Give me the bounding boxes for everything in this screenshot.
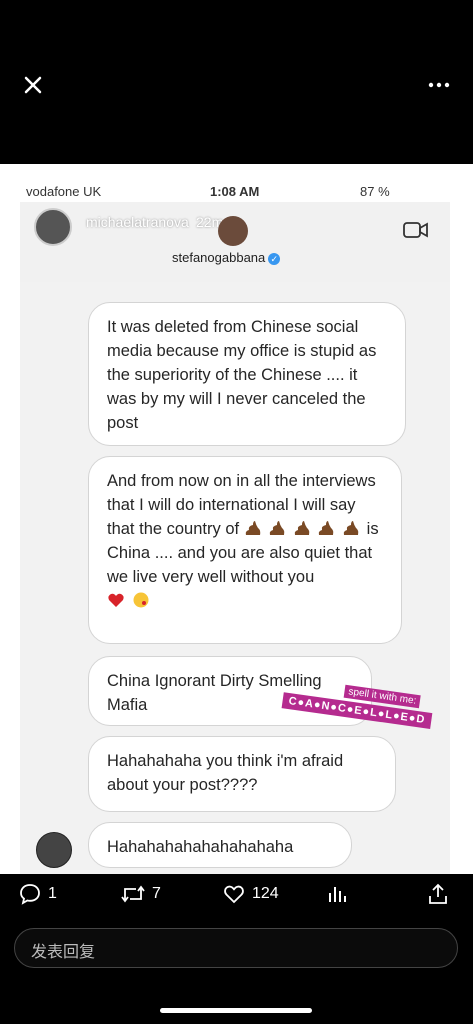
dm-title: stefanogabbana ✓ (172, 250, 281, 265)
phone-status-bar: vodafone UK 1:08 AM 87 % (20, 182, 450, 202)
like-count: 124 (252, 885, 279, 902)
heart-emoji-icon (108, 593, 124, 607)
poop-emoji-icons (244, 520, 367, 538)
top-bar (0, 0, 473, 164)
comment-button[interactable]: 1 (18, 882, 57, 906)
message-bubble: Hahahahahahahahahaha (88, 822, 352, 868)
retweet-button[interactable]: 7 (120, 882, 161, 906)
stats-icon (329, 887, 346, 902)
close-icon (24, 76, 42, 94)
clock-label: 1:08 AM (210, 184, 260, 199)
share-button[interactable] (426, 882, 450, 906)
avatar (34, 208, 72, 246)
close-button[interactable] (18, 70, 48, 100)
poop-emoji-icon (319, 521, 334, 535)
battery-label: 87 % (360, 184, 390, 199)
sender-avatar (36, 832, 72, 868)
share-icon (429, 883, 447, 904)
poop-emoji-icon (270, 521, 285, 535)
poop-emoji-icon (245, 521, 260, 535)
carrier-label: vodafone UK (26, 184, 102, 199)
retweet-count: 7 (152, 885, 161, 902)
more-button[interactable] (420, 70, 460, 100)
verified-icon: ✓ (268, 252, 281, 265)
comment-icon (20, 884, 40, 905)
story-username: michaelatranova (86, 214, 189, 230)
chat-thread: It was deleted from Chinese social media… (20, 282, 450, 874)
comment-count: 1 (48, 885, 57, 902)
poop-emoji-icon (343, 521, 359, 535)
like-icon (224, 885, 244, 904)
post-footer: 1 7 124 发表回复 (0, 874, 473, 1024)
stats-button[interactable] (326, 882, 348, 906)
like-button[interactable]: 124 (222, 882, 279, 906)
home-indicator[interactable] (160, 1008, 312, 1013)
retweet-icon (121, 885, 145, 903)
reply-input[interactable]: 发表回复 (14, 928, 458, 968)
message-bubble: And from now on in all the interviews th… (88, 456, 402, 644)
message-bubble: Hahahahaha you think i'm afraid about yo… (88, 736, 396, 812)
dm-avatar (218, 216, 248, 246)
poop-emoji-icon (294, 521, 310, 535)
kiss-emoji-icon (133, 592, 149, 608)
more-icon (428, 82, 450, 88)
dm-name: stefanogabbana (172, 250, 266, 265)
post-image[interactable]: vodafone UK 1:08 AM 87 % michaelatranova… (0, 164, 473, 874)
video-icon (403, 222, 428, 238)
story-header: michaelatranova 22m stefanogabbana ✓ (20, 202, 450, 283)
message-bubble: It was deleted from Chinese social media… (88, 302, 406, 446)
reply-placeholder: 发表回复 (31, 944, 96, 961)
